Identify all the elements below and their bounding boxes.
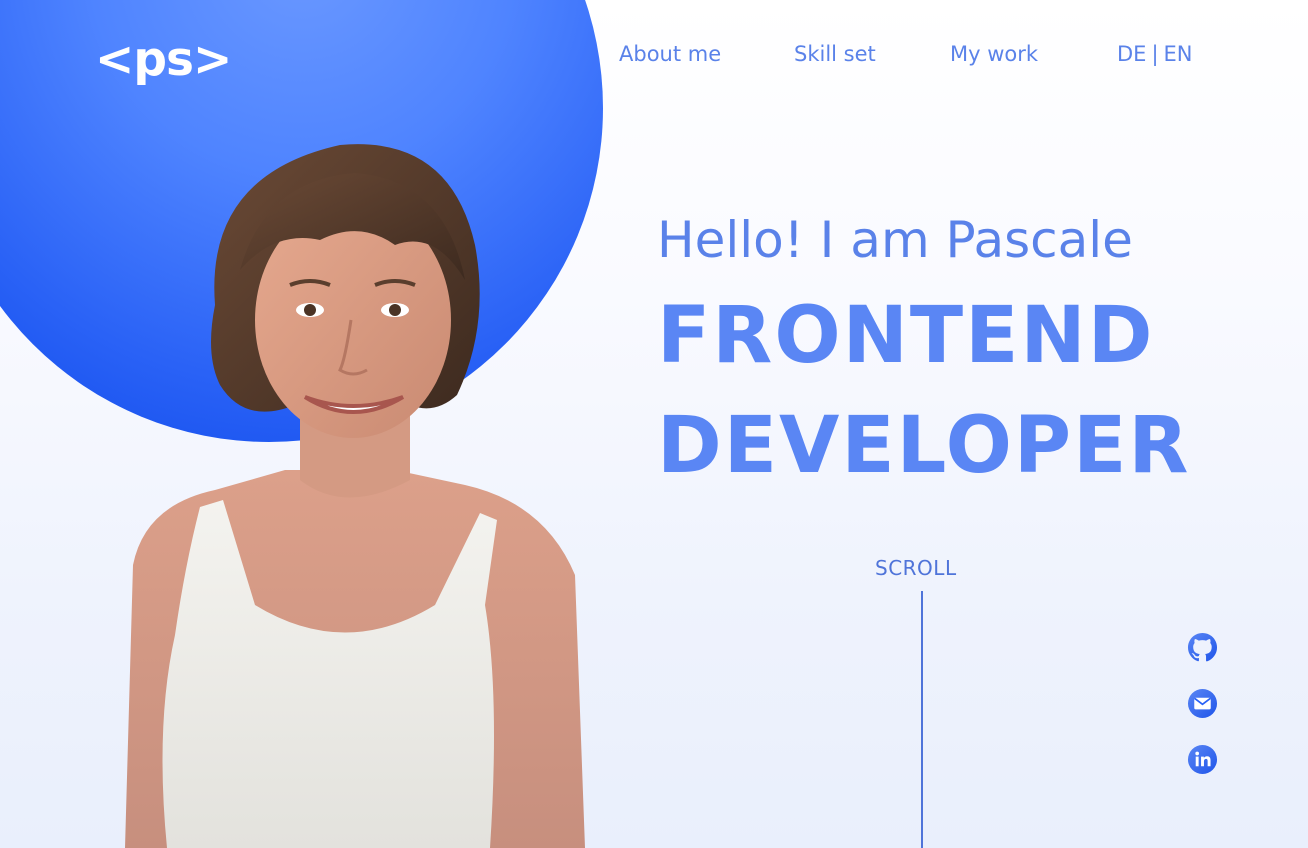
scroll-indicator-line bbox=[921, 591, 923, 848]
scroll-indicator-label[interactable]: SCROLL bbox=[875, 555, 957, 581]
hero-greeting: Hello! I am Pascale bbox=[657, 211, 1133, 269]
hero-title-line-2: DEVELOPER bbox=[657, 401, 1191, 491]
language-switch: DE | EN bbox=[1117, 40, 1193, 68]
language-en[interactable]: EN bbox=[1164, 42, 1193, 66]
hero-title-line-1: FRONTEND bbox=[657, 291, 1155, 381]
nav-about-me[interactable]: About me bbox=[619, 40, 721, 68]
nav-skill-set[interactable]: Skill set bbox=[794, 40, 876, 68]
language-separator: | bbox=[1151, 42, 1159, 66]
mail-icon[interactable] bbox=[1187, 688, 1218, 719]
github-icon[interactable] bbox=[1187, 632, 1218, 663]
profile-photo bbox=[125, 144, 585, 848]
linkedin-icon[interactable] bbox=[1187, 744, 1218, 775]
logo[interactable]: <ps> bbox=[95, 30, 232, 90]
nav-my-work[interactable]: My work bbox=[950, 40, 1038, 68]
page: <ps> About me Skill set My work DE|EN bbox=[0, 0, 1308, 848]
language-de[interactable]: DE bbox=[1117, 42, 1146, 66]
